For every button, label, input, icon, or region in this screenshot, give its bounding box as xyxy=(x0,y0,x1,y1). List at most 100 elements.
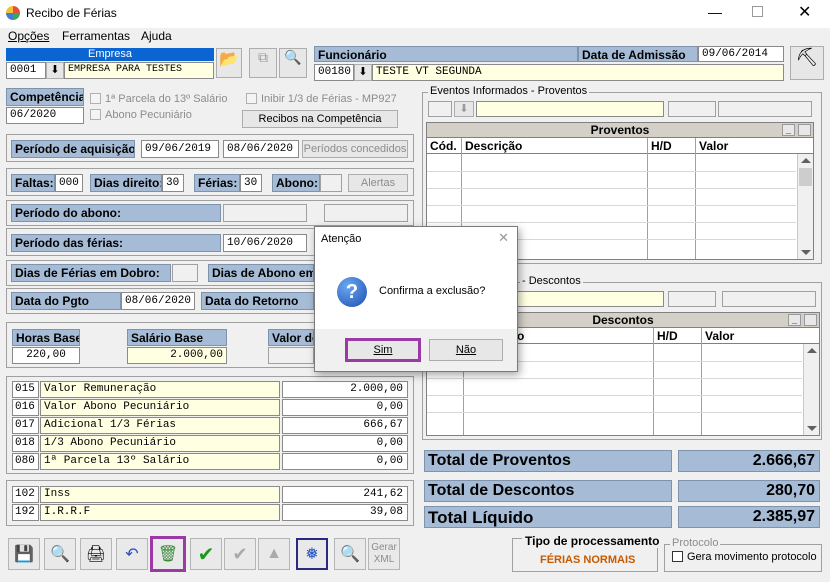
confirm-dialog: Atenção ✕ ? Confirma a exclusão? Sim Não xyxy=(314,226,518,372)
desconto-evento-valor[interactable] xyxy=(722,291,816,307)
search-icon[interactable]: 🔍 xyxy=(44,538,76,570)
dias-dobro-value[interactable] xyxy=(172,264,198,282)
row-code: 017 xyxy=(12,417,39,434)
empresa-code[interactable]: 0001 xyxy=(6,62,46,79)
copy-icon[interactable]: ⧉ xyxy=(249,48,277,78)
close-icon[interactable]: ✕ xyxy=(798,2,811,22)
inibir-checkbox[interactable]: Inibir 1/3 de Férias - MP927 xyxy=(246,93,397,105)
valor-de-value[interactable] xyxy=(268,347,314,364)
data-pgto-label: Data do Pgto xyxy=(11,292,121,310)
gerar-xml-button[interactable]: Gerar XML xyxy=(368,538,400,570)
ferias-value[interactable]: 30 xyxy=(240,174,262,192)
desconto-row[interactable]: 102 Inss 241,62 xyxy=(12,486,410,503)
search-doc-icon[interactable]: 🔍 xyxy=(279,48,307,78)
parcela13-checkbox[interactable]: 1ª Parcela do 13º Salário xyxy=(90,93,227,105)
grid-max-icon[interactable] xyxy=(804,314,817,326)
abono-value[interactable] xyxy=(320,174,342,192)
aquisicao-inicio[interactable]: 09/06/2019 xyxy=(141,140,219,158)
valor-de-label: Valor de xyxy=(268,329,314,346)
periodos-concedidos-button[interactable]: Períodos concedidos xyxy=(302,140,408,158)
row-desc: 1/3 Abono Pecuniário xyxy=(40,435,280,452)
dialog-yes-button[interactable]: Sim xyxy=(345,338,421,362)
rubrica-row[interactable]: 017 Adicional 1/3 Férias 666,67 xyxy=(12,417,410,434)
check-icon[interactable]: ✔ xyxy=(224,538,256,570)
col-descricao: Descrição xyxy=(465,139,523,153)
data-retorno-label: Data do Retorno xyxy=(201,292,314,310)
print-icon[interactable]: 🖨 xyxy=(80,538,112,570)
ferias-inicio[interactable]: 10/06/2020 xyxy=(223,234,307,252)
funcionario-lookup[interactable]: ⬇ xyxy=(354,64,372,81)
abono-fim[interactable] xyxy=(324,204,408,222)
ferias-label: Férias: xyxy=(194,174,240,192)
evento-lookup[interactable]: ⬇ xyxy=(454,101,474,117)
data-pgto-value[interactable]: 08/06/2020 xyxy=(121,292,195,310)
desconto-evento-hd[interactable] xyxy=(668,291,716,307)
empresa-name[interactable]: EMPRESA PARA TESTES xyxy=(64,62,214,79)
row-value: 241,62 xyxy=(282,486,408,503)
evento-code[interactable] xyxy=(428,101,452,117)
settings-icon[interactable]: ❅ xyxy=(296,538,328,570)
evento-desc[interactable] xyxy=(476,101,664,117)
aquisicao-fim[interactable]: 08/06/2020 xyxy=(223,140,299,158)
row-value: 666,67 xyxy=(282,417,408,434)
evento-hd[interactable] xyxy=(668,101,716,117)
row-desc: I.R.R.F xyxy=(40,504,280,521)
competencia-value[interactable]: 06/2020 xyxy=(6,107,84,124)
save-icon[interactable]: 💾 xyxy=(8,538,40,570)
grid-min-icon[interactable]: _ xyxy=(782,124,795,136)
calculator-icon[interactable]: ⛏ xyxy=(790,46,824,80)
admissao-label: Data de Admissão xyxy=(578,46,698,62)
desconto-row[interactable]: 192 I.R.R.F 39,08 xyxy=(12,504,410,521)
menu-opcoes[interactable]: Opções xyxy=(8,29,49,43)
alertas-button[interactable]: Alertas xyxy=(348,174,408,192)
row-desc: Valor Remuneração xyxy=(40,381,280,398)
total-liquido-label: Total Líquido xyxy=(424,506,672,528)
admissao-date[interactable]: 09/06/2014 xyxy=(698,46,784,62)
evento-valor[interactable] xyxy=(718,101,812,117)
rubrica-row[interactable]: 018 1/3 Abono Pecuniário 0,00 xyxy=(12,435,410,452)
funcionario-name[interactable]: TESTE VT SEGUNDA xyxy=(372,64,784,81)
grid-min-icon[interactable]: _ xyxy=(788,314,801,326)
tipo-proc-value: FÉRIAS NORMAIS xyxy=(540,554,636,566)
grid-max-icon[interactable] xyxy=(798,124,811,136)
maximize-icon[interactable] xyxy=(752,6,763,17)
window-title: Recibo de Férias xyxy=(26,6,117,20)
faltas-value[interactable]: 000 xyxy=(55,174,83,192)
col-descricao-partial: o xyxy=(517,329,525,343)
rubrica-row[interactable]: 015 Valor Remuneração 2.000,00 xyxy=(12,381,410,398)
undo-icon[interactable]: ↶ xyxy=(116,538,148,570)
salario-base-label: Salário Base xyxy=(127,329,227,346)
abono-checkbox[interactable]: Abono Pecuniário xyxy=(90,109,192,121)
col-hd: H/D xyxy=(657,329,678,343)
dialog-close-icon[interactable]: ✕ xyxy=(498,230,509,246)
zoom-icon[interactable]: 🔍 xyxy=(334,538,366,570)
dialog-no-button[interactable]: Não xyxy=(429,339,503,361)
empresa-lookup[interactable]: ⬇ xyxy=(46,62,64,79)
abono-inicio[interactable] xyxy=(223,204,307,222)
horas-base-value[interactable]: 220,00 xyxy=(12,347,80,364)
rubrica-row[interactable]: 016 Valor Abono Pecuniário 0,00 xyxy=(12,399,410,416)
folder-open-icon[interactable]: 📂 xyxy=(216,48,242,78)
descontos-scrollbar[interactable] xyxy=(803,344,819,435)
protocolo-checkbox[interactable]: Gera movimento protocolo xyxy=(672,551,817,563)
rubrica-row[interactable]: 080 1ª Parcela 13º Salário 0,00 xyxy=(12,453,410,470)
delete-icon[interactable]: 🗑 xyxy=(150,536,186,572)
eventos-proventos-title: Eventos Informados - Proventos xyxy=(428,85,590,97)
recibos-competencia-button[interactable]: Recibos na Competência xyxy=(242,110,398,128)
confirm-icon[interactable]: ✔ xyxy=(190,538,222,570)
export-icon[interactable]: ▲ xyxy=(258,538,290,570)
periodo-abono-label: Período do abono: xyxy=(11,204,221,222)
row-code: 192 xyxy=(12,504,39,521)
menu-ferramentas[interactable]: Ferramentas xyxy=(62,29,130,43)
col-valor: Valor xyxy=(705,329,735,343)
row-value: 39,08 xyxy=(282,504,408,521)
descontos-title: Descontos xyxy=(592,313,654,327)
funcionario-code[interactable]: 00180 xyxy=(314,64,354,81)
abono-label: Abono: xyxy=(272,174,320,192)
salario-base-value[interactable]: 2.000,00 xyxy=(127,347,227,364)
menu-ajuda[interactable]: Ajuda xyxy=(141,29,172,43)
dias-direito-value[interactable]: 30 xyxy=(162,174,184,192)
proventos-scrollbar[interactable] xyxy=(797,154,813,259)
minimize-icon[interactable]: — xyxy=(708,4,722,20)
periodo-aquisicao-label: Período de aquisição: xyxy=(11,140,135,158)
